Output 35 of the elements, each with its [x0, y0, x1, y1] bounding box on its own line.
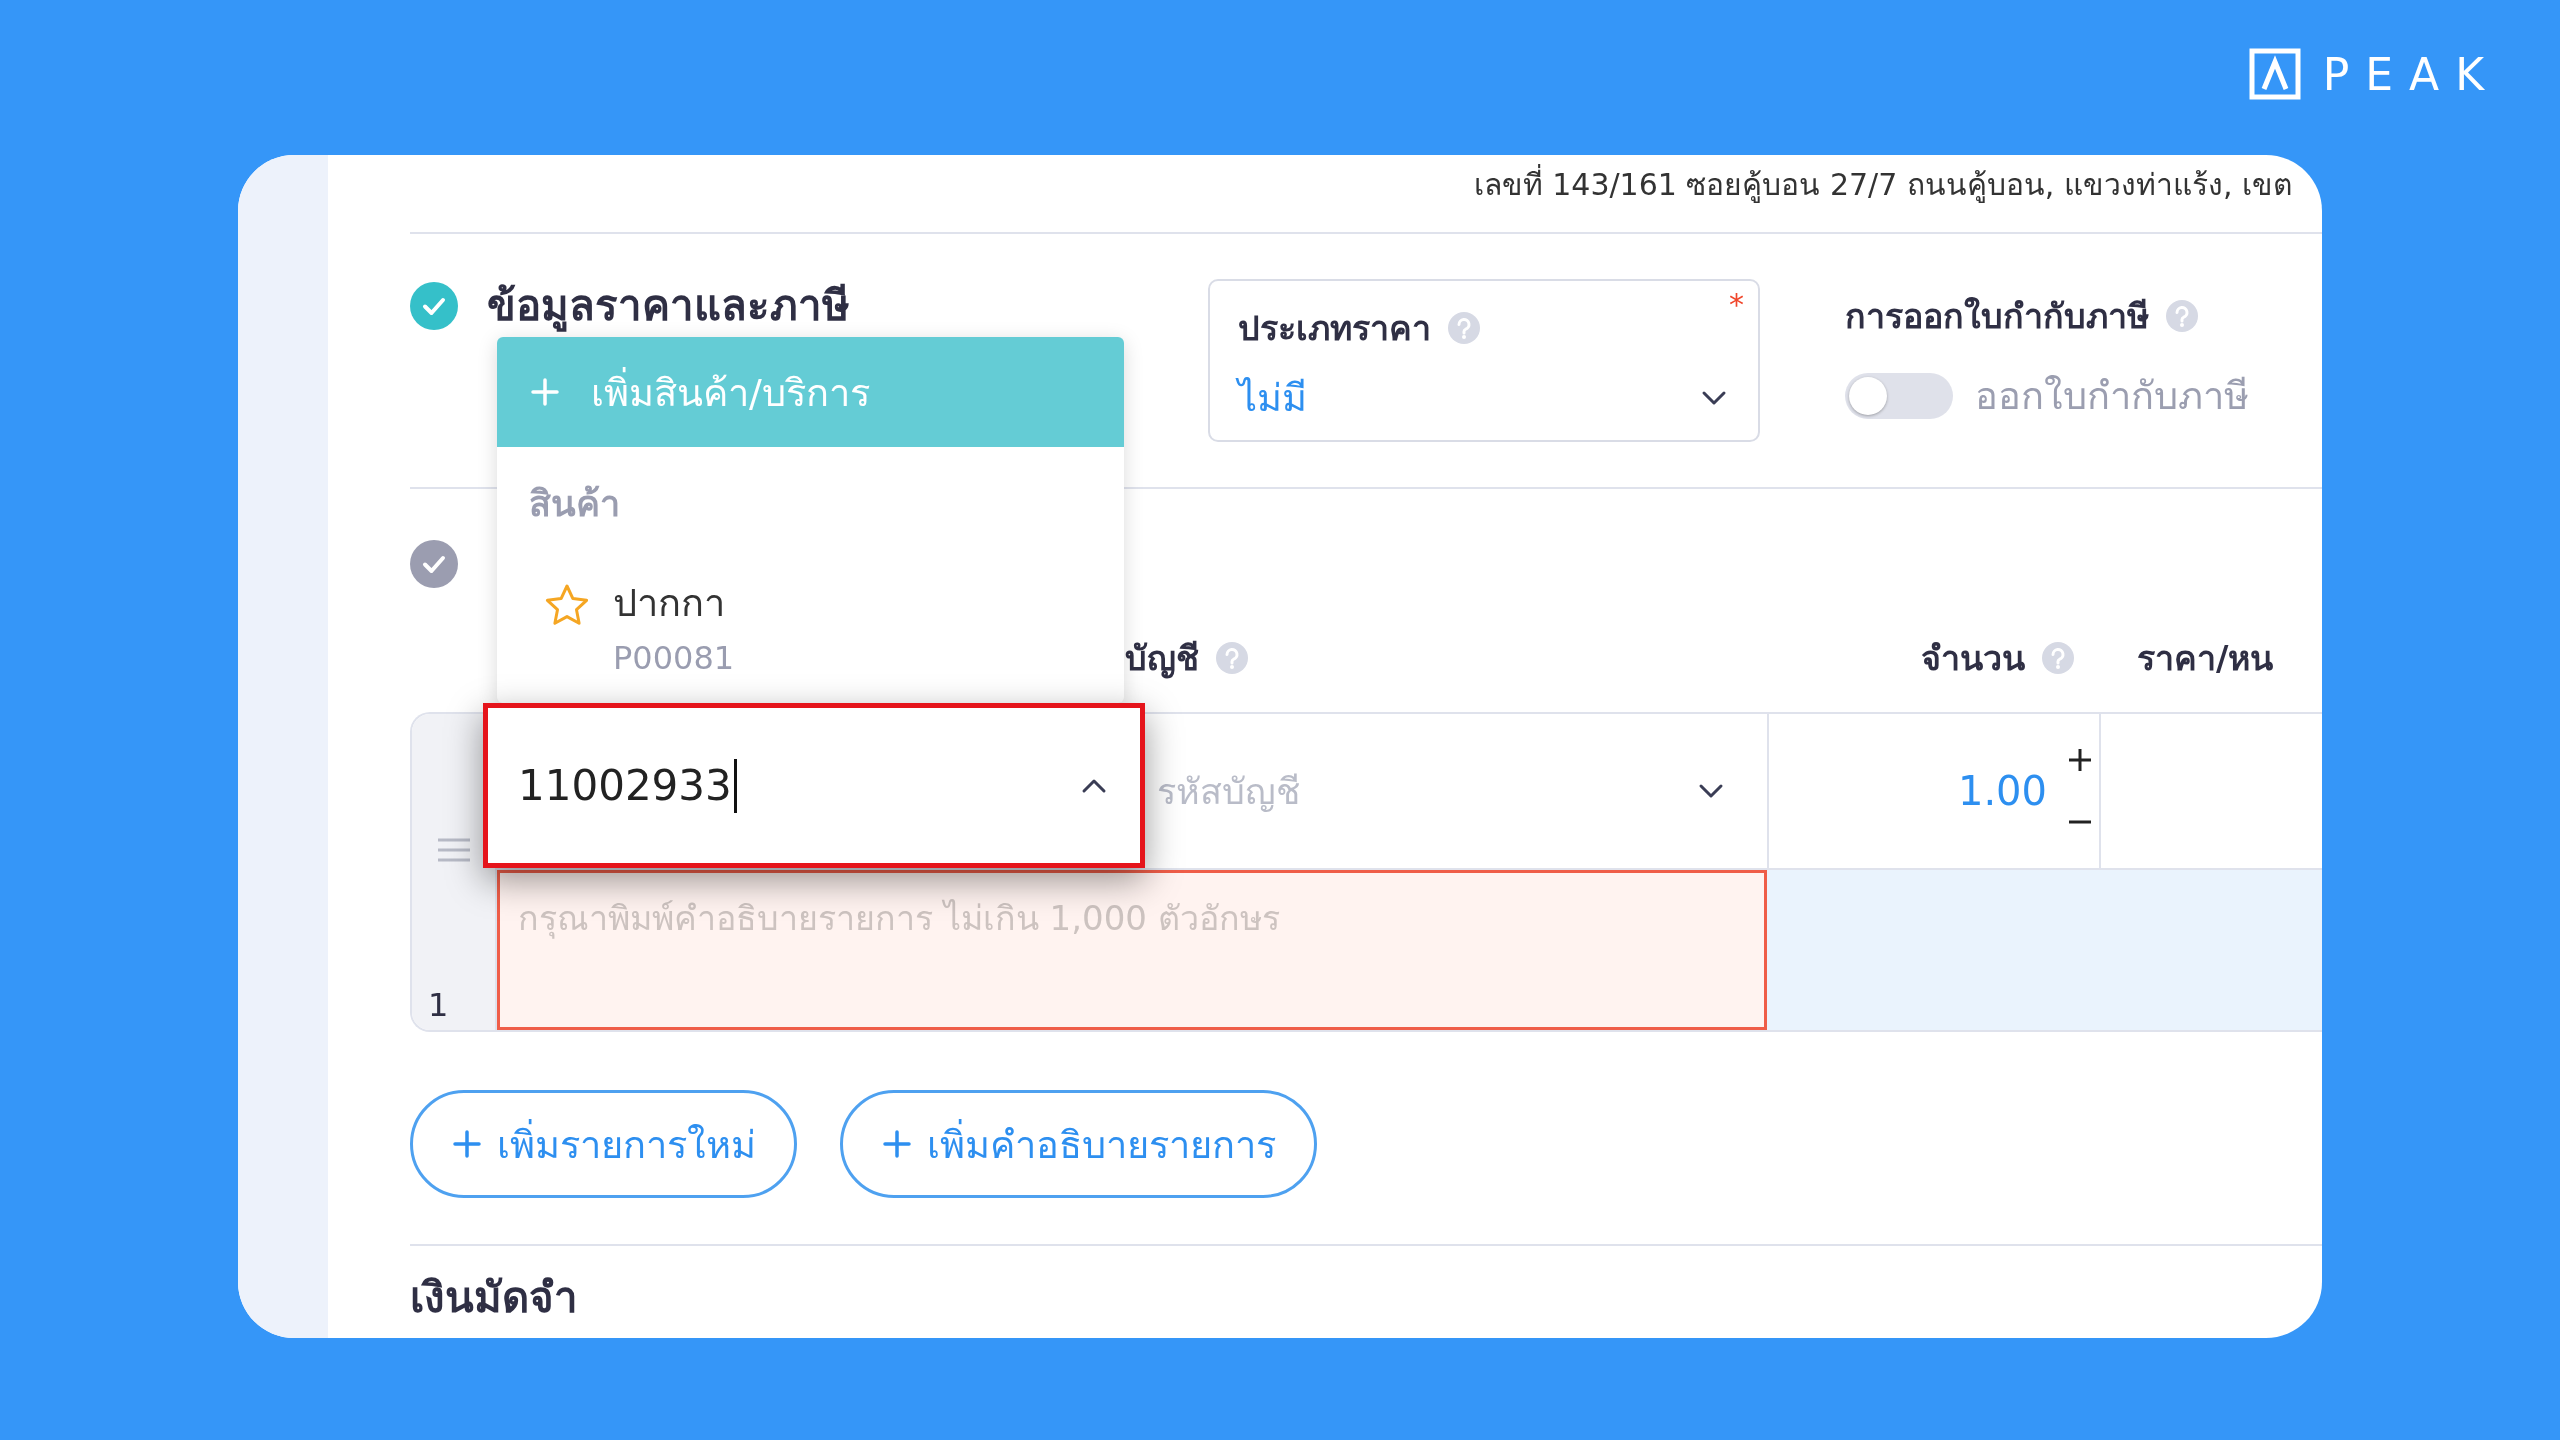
- row-number: 1: [428, 986, 449, 1024]
- column-header: บัญชี: [1125, 637, 1199, 681]
- add-button[interactable]: เพิ่มรายการใหม่: [410, 1090, 797, 1198]
- text-cursor: [733, 758, 737, 813]
- column-header: ราคา/หน: [2137, 637, 2274, 680]
- add-product-button[interactable]: เพิ่มสินค้า/บริการ: [497, 337, 1124, 447]
- add-button[interactable]: เพิ่มคำอธิบายรายการ: [840, 1090, 1317, 1198]
- drag-handle-icon[interactable]: [435, 838, 472, 862]
- plus-icon: [529, 376, 561, 408]
- help-icon[interactable]: [2041, 641, 2075, 675]
- price-type-field[interactable]: * ประเภทราคา ไม่มี: [1208, 279, 1760, 442]
- help-icon[interactable]: [2165, 299, 2199, 333]
- product-name[interactable]: ปากกา: [613, 572, 735, 633]
- field-label: ประเภทราคา: [1238, 307, 1431, 350]
- toggle-label: ออกใบกำกับภาษี: [1975, 373, 2249, 420]
- field-label: การออกใบกำกับภาษี: [1845, 295, 2149, 338]
- address-text: เลขที่ 143/161 ซอยคู้บอน 27/7 ถนนคู้บอน, แขวงท่าแร้ง, เขต: [1473, 163, 2292, 207]
- product-code: P00081: [613, 639, 735, 677]
- plus-icon: [881, 1128, 913, 1160]
- help-icon[interactable]: [1447, 311, 1481, 345]
- required-mark: *: [1729, 287, 1744, 322]
- tax-invoice-toggle[interactable]: [1845, 372, 1953, 419]
- plus-icon: [451, 1128, 483, 1160]
- account-placeholder[interactable]: รหัสบัญชี: [1157, 762, 1300, 820]
- row-handle[interactable]: 1: [412, 714, 497, 1030]
- quantity-value[interactable]: 1.00: [1957, 768, 2047, 814]
- logo-mark-icon: [2248, 48, 2301, 100]
- product-search-field[interactable]: 11002933: [483, 703, 1145, 868]
- plus-icon[interactable]: [2067, 747, 2093, 773]
- group-label: สินค้า: [528, 482, 621, 526]
- section-title: ข้อมูลราคาและภาษี: [487, 281, 850, 330]
- help-icon[interactable]: [1215, 641, 1249, 675]
- section-title: เงินมัดจำ: [410, 1272, 579, 1324]
- column-header: จำนวน: [1921, 637, 2025, 680]
- logo-text: PEAK: [2322, 48, 2500, 100]
